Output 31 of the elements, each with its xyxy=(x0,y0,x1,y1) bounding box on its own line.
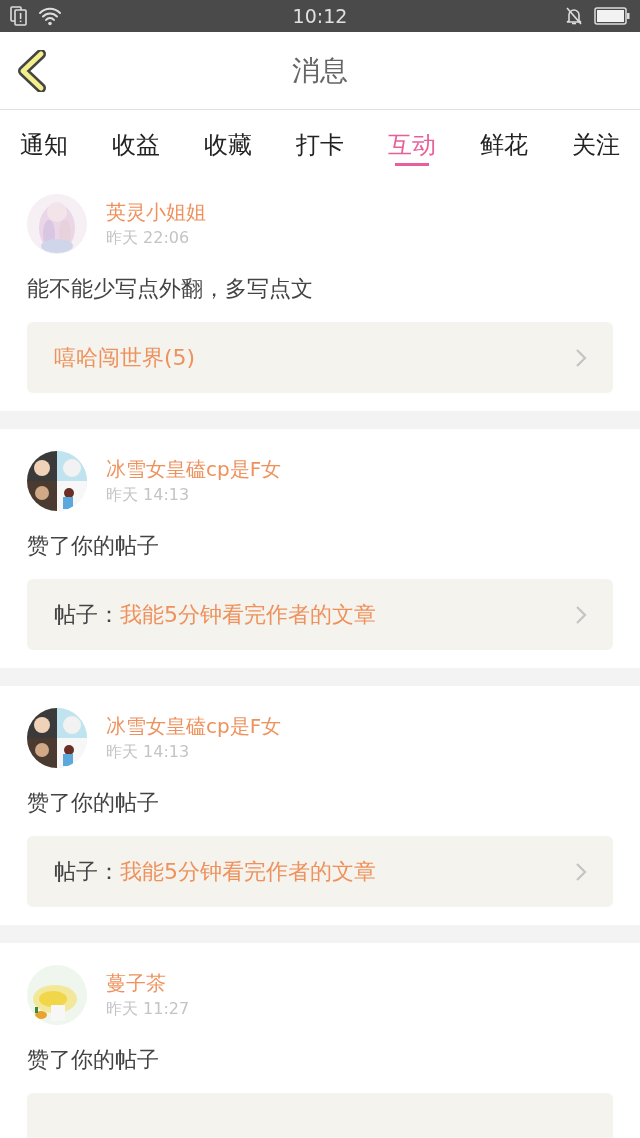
tab[interactable]: 鲜花 xyxy=(472,110,536,168)
link-title: 我能5分钟看完作者的文章 xyxy=(120,600,376,629)
tab[interactable]: 关注 xyxy=(564,110,628,168)
link-label: 帖子： xyxy=(54,600,120,629)
post-link[interactable]: 帖子：我能5分钟看完作者的文章 xyxy=(27,836,613,907)
tab[interactable]: 收藏 xyxy=(196,110,260,168)
back-button[interactable] xyxy=(16,49,48,93)
link-title: 嘻哈闯世界(5) xyxy=(54,343,196,372)
post-link[interactable]: 帖子：我能5分钟看完作者的文章 xyxy=(27,579,613,650)
message-text: 赞了你的帖子 xyxy=(27,789,160,817)
chevron-right-icon xyxy=(575,604,587,625)
chevron-right-icon xyxy=(575,861,587,882)
tab[interactable]: 通知 xyxy=(12,110,76,168)
tab[interactable]: 收益 xyxy=(104,110,168,168)
status-time: 10:12 xyxy=(292,5,348,27)
timestamp: 昨天 14:13 xyxy=(106,485,191,506)
message-text: 能不能少写点外翻，多写点文 xyxy=(27,275,314,303)
wifi-icon xyxy=(38,6,62,26)
sim-alert-icon xyxy=(10,6,28,26)
timestamp: 昨天 14:13 xyxy=(106,742,191,763)
link-title: 我能5分钟看完作者的文章 xyxy=(120,857,376,886)
tab[interactable]: 打卡 xyxy=(288,110,352,168)
message-text: 赞了你的帖子 xyxy=(27,532,160,560)
battery-icon xyxy=(594,7,630,25)
timestamp: 昨天 22:06 xyxy=(106,228,191,249)
message-text: 赞了你的帖子 xyxy=(27,1046,160,1074)
chevron-right-icon xyxy=(575,347,587,368)
page-title: 消息 xyxy=(292,52,348,89)
link-label: 帖子： xyxy=(54,857,120,886)
bell-off-icon xyxy=(564,6,584,26)
timestamp: 昨天 11:27 xyxy=(106,999,190,1020)
